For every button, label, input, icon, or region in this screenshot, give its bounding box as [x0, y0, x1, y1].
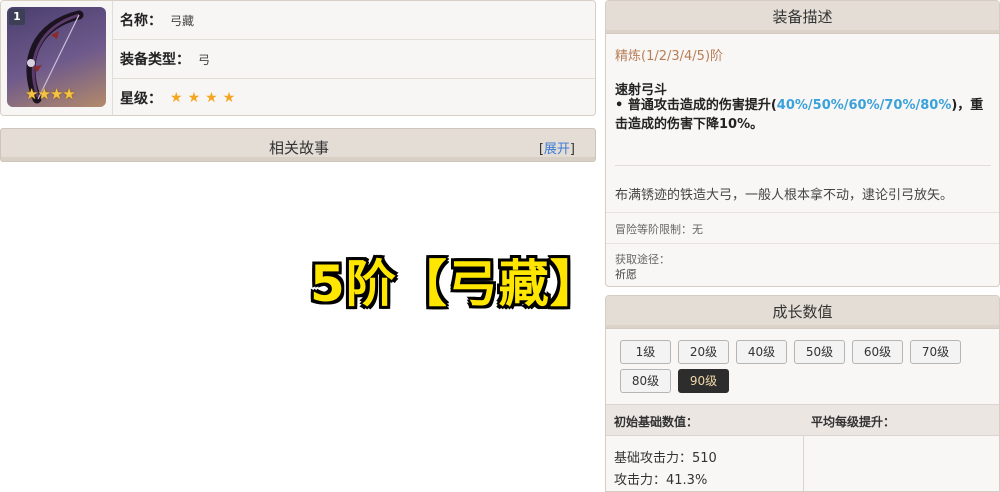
star-icon: ★ [205, 90, 218, 106]
story-toggle[interactable]: [展开] [539, 138, 575, 157]
skill-prefix: • 普通攻击造成的伤害提升( [615, 98, 777, 113]
type-row: 装备类型： 弓 [113, 40, 595, 79]
type-value: 弓 [198, 52, 211, 67]
story-section-header: 相关故事 [展开] [0, 128, 596, 162]
star-icon: ★ [37, 85, 50, 103]
thumbnail-stars: ★★★★ [25, 85, 76, 103]
rarity-label: 星级： [120, 91, 162, 107]
description-card: 装备描述 精炼(1/2/3/4/5)阶 速射弓斗 • 普通攻击造成的伤害提升(4… [605, 0, 1000, 287]
star-icon: ★ [170, 90, 183, 106]
rank-badge: 1 [9, 9, 25, 25]
level-button[interactable]: 40级 [736, 340, 787, 364]
source-value: 祈愿 [615, 268, 637, 281]
star-icon: ★ [187, 90, 201, 106]
weapon-thumbnail-cell: 1 ★★★★ [1, 1, 113, 115]
divider [606, 243, 999, 244]
weapon-info-card: 1 ★★★★ 名称： 弓藏 装备类型： 弓 星级： ★ ★ ★ ★ [0, 0, 596, 116]
divider [606, 212, 999, 213]
divider [615, 165, 991, 166]
rarity-stars: ★ ★ ★ ★ [170, 90, 235, 106]
level-button[interactable]: 90级 [678, 369, 729, 393]
type-label: 装备类型： [120, 52, 190, 68]
skill-description: • 普通攻击造成的伤害提升(40%/50%/60%/70%/80%)，重击造成的… [615, 96, 993, 134]
flavor-text: 布满锈迹的铁造大弓，一般人根本拿不动，逮论引弓放矢。 [615, 188, 954, 203]
weapon-thumbnail: 1 ★★★★ [7, 7, 106, 107]
rarity-row: 星级： ★ ★ ★ ★ [113, 79, 595, 115]
star-icon: ★ [49, 85, 63, 103]
name-value: 弓藏 [170, 13, 195, 28]
growth-header: 成长数值 [606, 296, 999, 329]
level-button[interactable]: 70级 [910, 340, 961, 364]
level-button[interactable]: 60级 [852, 340, 903, 364]
base-stats-header: 初始基础数值： [614, 415, 699, 429]
stat-table-header: 初始基础数值： 平均每级提升： [606, 404, 999, 436]
name-row: 名称： 弓藏 [113, 1, 595, 40]
growth-card: 成长数值 1级 20级 40级 50级 60级 70级 80级 90级 初始基础数值： 平均每… [605, 295, 1000, 492]
story-title: 相关故事 [268, 139, 329, 157]
star-icon: ★ [222, 90, 236, 106]
per-level-header: 平均每级提升： [811, 415, 896, 429]
overlay-caption: 5阶【弓藏】 [310, 255, 601, 313]
level-selector: 1级 20级 40级 50级 60级 70级 80级 90级 [620, 340, 980, 393]
level-button[interactable]: 80级 [620, 369, 671, 393]
star-icon: ★ [62, 85, 75, 103]
level-button[interactable]: 1级 [620, 340, 671, 364]
bracket-close: ] [569, 142, 575, 157]
base-attack-stat: 基础攻击力：510 [614, 451, 717, 466]
level-button[interactable]: 50级 [794, 340, 845, 364]
attack-percent-stat: 攻击力：41.3% [614, 473, 708, 488]
level-button[interactable]: 20级 [678, 340, 729, 364]
rank-limit: 冒险等阶限制：无 [615, 223, 703, 236]
column-divider [803, 436, 804, 491]
star-icon: ★ [25, 85, 38, 103]
name-label: 名称： [120, 13, 162, 29]
expand-link[interactable]: 展开 [544, 142, 570, 157]
refine-levels: 精炼(1/2/3/4/5)阶 [615, 49, 724, 64]
description-header: 装备描述 [606, 1, 999, 34]
source-label: 获取途径： [615, 253, 670, 266]
skill-values: 40%/50%/60%/70%/80% [776, 98, 952, 113]
